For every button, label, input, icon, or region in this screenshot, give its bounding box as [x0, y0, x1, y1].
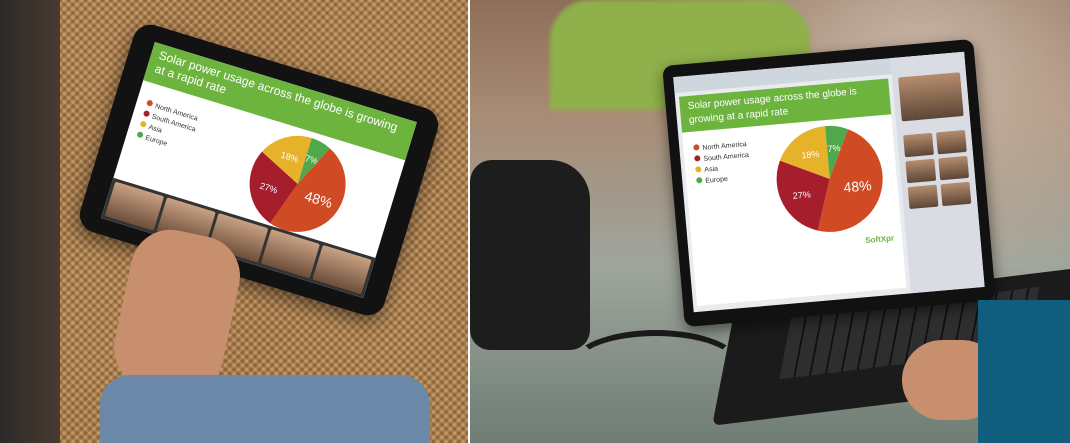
phone-cord	[570, 330, 742, 402]
desk-phone	[470, 160, 590, 350]
sleeve	[978, 300, 1070, 443]
slide-legend: North America South America Asia Europe	[693, 139, 751, 188]
participant-thumbnail[interactable]	[104, 181, 165, 231]
pie-chart: 7% 48% 27% 18%	[776, 125, 883, 232]
participant-video[interactable]	[936, 129, 967, 155]
participant-video[interactable]	[940, 181, 972, 207]
participant-video[interactable]	[903, 132, 934, 158]
pie-label: 27%	[792, 189, 811, 201]
pie-label: 18%	[801, 149, 820, 161]
laptop-device: Solar power usage across the globe is gr…	[662, 38, 996, 328]
participant-video[interactable]	[938, 155, 970, 181]
participant-video[interactable]	[907, 184, 939, 210]
laptop-screen: Solar power usage across the globe is gr…	[673, 51, 985, 313]
jeans	[100, 375, 430, 443]
pie-label: 7%	[827, 143, 841, 154]
participant-thumbnail[interactable]	[312, 244, 372, 295]
pie-label: 48%	[843, 177, 872, 195]
slide-area: Solar power usage across the globe is gr…	[678, 78, 907, 306]
tablet-photo: Solar power usage across the globe is gr…	[0, 0, 468, 443]
laptop-photo: Solar power usage across the globe is gr…	[470, 0, 1070, 443]
speaker-video[interactable]	[898, 72, 964, 122]
legend-item: South America	[703, 151, 750, 163]
slide-legend: North America South America Asia Europe	[135, 98, 200, 156]
brand-logo: SoftXpr	[864, 233, 895, 246]
legend-item: Europe	[705, 175, 729, 185]
video-panel	[890, 51, 985, 294]
legend-item: Asia	[704, 165, 719, 174]
person-arm	[0, 0, 60, 443]
participant-video[interactable]	[905, 158, 937, 184]
